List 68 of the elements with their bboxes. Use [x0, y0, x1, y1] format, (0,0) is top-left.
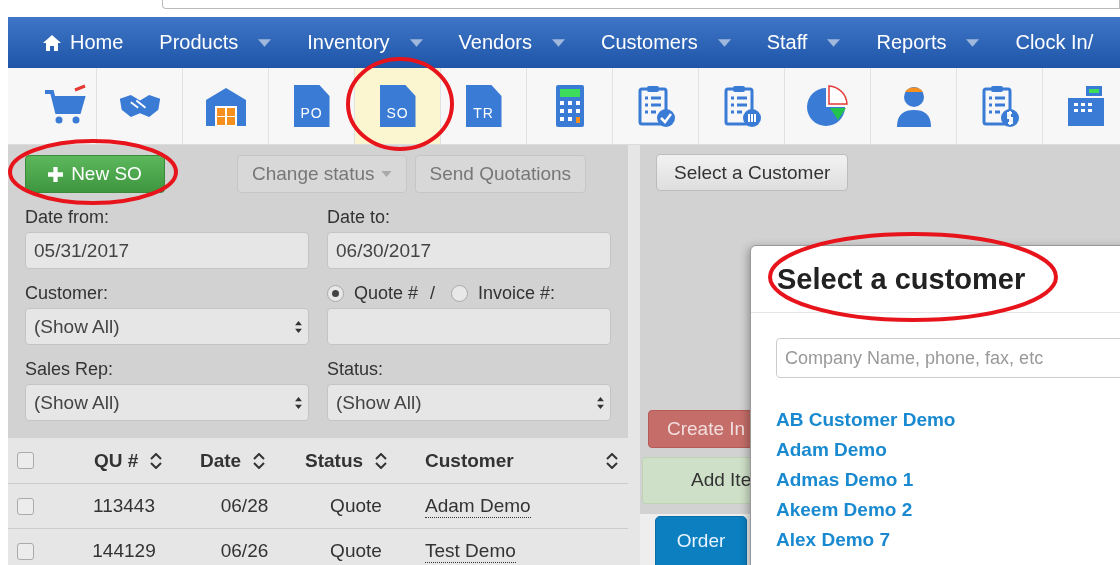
field-label: Date from:	[25, 206, 111, 229]
select-all-checkbox[interactable]	[16, 452, 34, 469]
new-order-button[interactable]: New SO	[25, 155, 165, 193]
field-label: Customer:	[25, 282, 110, 305]
document-icon-label: TR	[473, 105, 494, 121]
radio-label: Invoice #:	[478, 282, 556, 304]
toolbar-button[interactable]: TR	[441, 68, 527, 144]
radio-button[interactable]	[327, 284, 344, 302]
caret-icon[interactable]	[258, 38, 272, 47]
table-cell: Quote	[330, 495, 382, 517]
nav-menu-item[interactable]: Clock In/	[1015, 31, 1094, 54]
column-header[interactable]: Status	[305, 449, 364, 472]
table-cell: 113443	[93, 495, 155, 517]
nav-menu-item[interactable]: Staff	[766, 31, 841, 54]
nav-menu-item[interactable]: Home	[42, 31, 124, 54]
select-arrows-icon	[295, 320, 302, 333]
caret-icon[interactable]	[551, 38, 565, 47]
sales-rep-select[interactable]: (Show All)	[25, 384, 309, 421]
table-cell: Quote	[330, 540, 382, 562]
home-icon	[42, 33, 62, 52]
sort-icon[interactable]	[150, 452, 163, 469]
customer-link[interactable]: Alex Demo 7	[776, 525, 891, 555]
document-icon-label: SO	[386, 105, 409, 121]
sort-icon[interactable]	[253, 452, 266, 469]
field-label: Sales Rep:	[25, 358, 115, 381]
caret-icon[interactable]	[409, 38, 423, 47]
toolbar-button[interactable]: PO	[269, 68, 355, 144]
radio-button[interactable]	[451, 284, 469, 302]
caret-icon[interactable]	[966, 38, 980, 47]
table-cell: 06/26	[220, 540, 269, 562]
customer-select[interactable]: (Show All)	[25, 308, 309, 345]
separator-slash: /	[430, 282, 436, 304]
plus-icon	[48, 166, 64, 182]
search-field[interactable]: Company Name, phone, fax, etc	[776, 338, 1120, 378]
nav-menu-item[interactable]: Inventory	[307, 31, 423, 54]
radio-label: Quote #	[354, 282, 419, 304]
caret-icon	[380, 171, 392, 177]
dialog-title: Select a customer	[751, 246, 1120, 313]
customer-link[interactable]: Adam Demo	[425, 494, 531, 518]
date-field[interactable]: 05/31/2017	[25, 232, 309, 269]
toolbar-button[interactable]: SO	[355, 68, 441, 144]
select-arrows-icon	[597, 396, 604, 409]
nav-menu-item[interactable]: Products	[159, 31, 272, 54]
column-header[interactable]: Customer	[425, 449, 514, 472]
row-checkbox[interactable]	[16, 542, 34, 560]
select-arrows-icon	[295, 396, 302, 409]
caret-icon[interactable]	[717, 38, 731, 47]
row-checkbox[interactable]	[16, 497, 34, 515]
table-cell: 06/28	[220, 495, 269, 517]
column-header[interactable]: Date	[200, 449, 242, 472]
field-label: Date to:	[327, 206, 392, 229]
nav-menu-item[interactable]: Vendors	[458, 31, 565, 54]
sort-icon[interactable]	[375, 452, 388, 469]
number-field[interactable]	[327, 308, 611, 345]
field-label: Status:	[327, 358, 385, 381]
sort-icon[interactable]	[606, 452, 618, 469]
status-select[interactable]: (Show All)	[327, 384, 611, 421]
document-icon-label: PO	[300, 105, 323, 121]
nav-menu-item[interactable]: Customers	[600, 31, 731, 54]
caret-icon[interactable]	[827, 38, 841, 47]
nav-menu-item[interactable]: Reports	[876, 31, 980, 54]
pie-chart-icon	[805, 84, 850, 128]
date-field[interactable]: 06/30/2017	[327, 232, 611, 269]
customer-link[interactable]: Test Demo	[425, 539, 516, 563]
table-cell: 144129	[92, 540, 156, 562]
column-header[interactable]: QU #	[94, 449, 139, 472]
select-customer-button[interactable]: Select a Customer	[656, 154, 849, 192]
order-tab[interactable]: Order	[655, 516, 747, 565]
